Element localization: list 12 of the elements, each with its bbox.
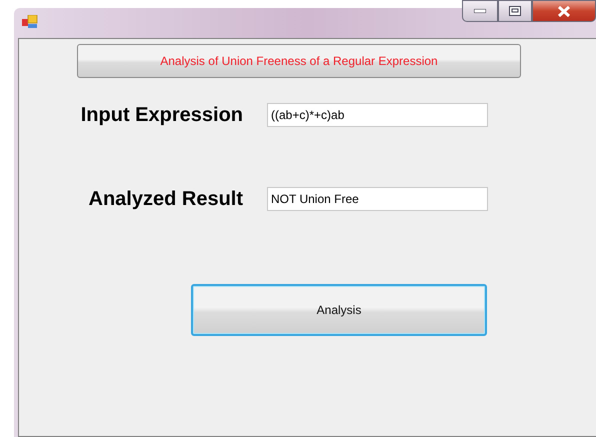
close-icon: [557, 6, 571, 16]
app-icon: [22, 15, 38, 29]
analysis-button[interactable]: Analysis: [191, 284, 487, 336]
minimize-button[interactable]: [462, 0, 498, 22]
maximize-button[interactable]: [498, 0, 532, 22]
close-button[interactable]: [532, 0, 596, 22]
minimize-icon: [474, 9, 486, 13]
field-label: Input Expression: [80, 104, 243, 126]
field-label: Analyzed Result: [88, 188, 243, 210]
input-field[interactable]: NOT Union Free: [267, 187, 488, 211]
input-field[interactable]: ((ab+c)*+c)ab: [267, 103, 488, 127]
maximize-icon: [509, 6, 521, 16]
